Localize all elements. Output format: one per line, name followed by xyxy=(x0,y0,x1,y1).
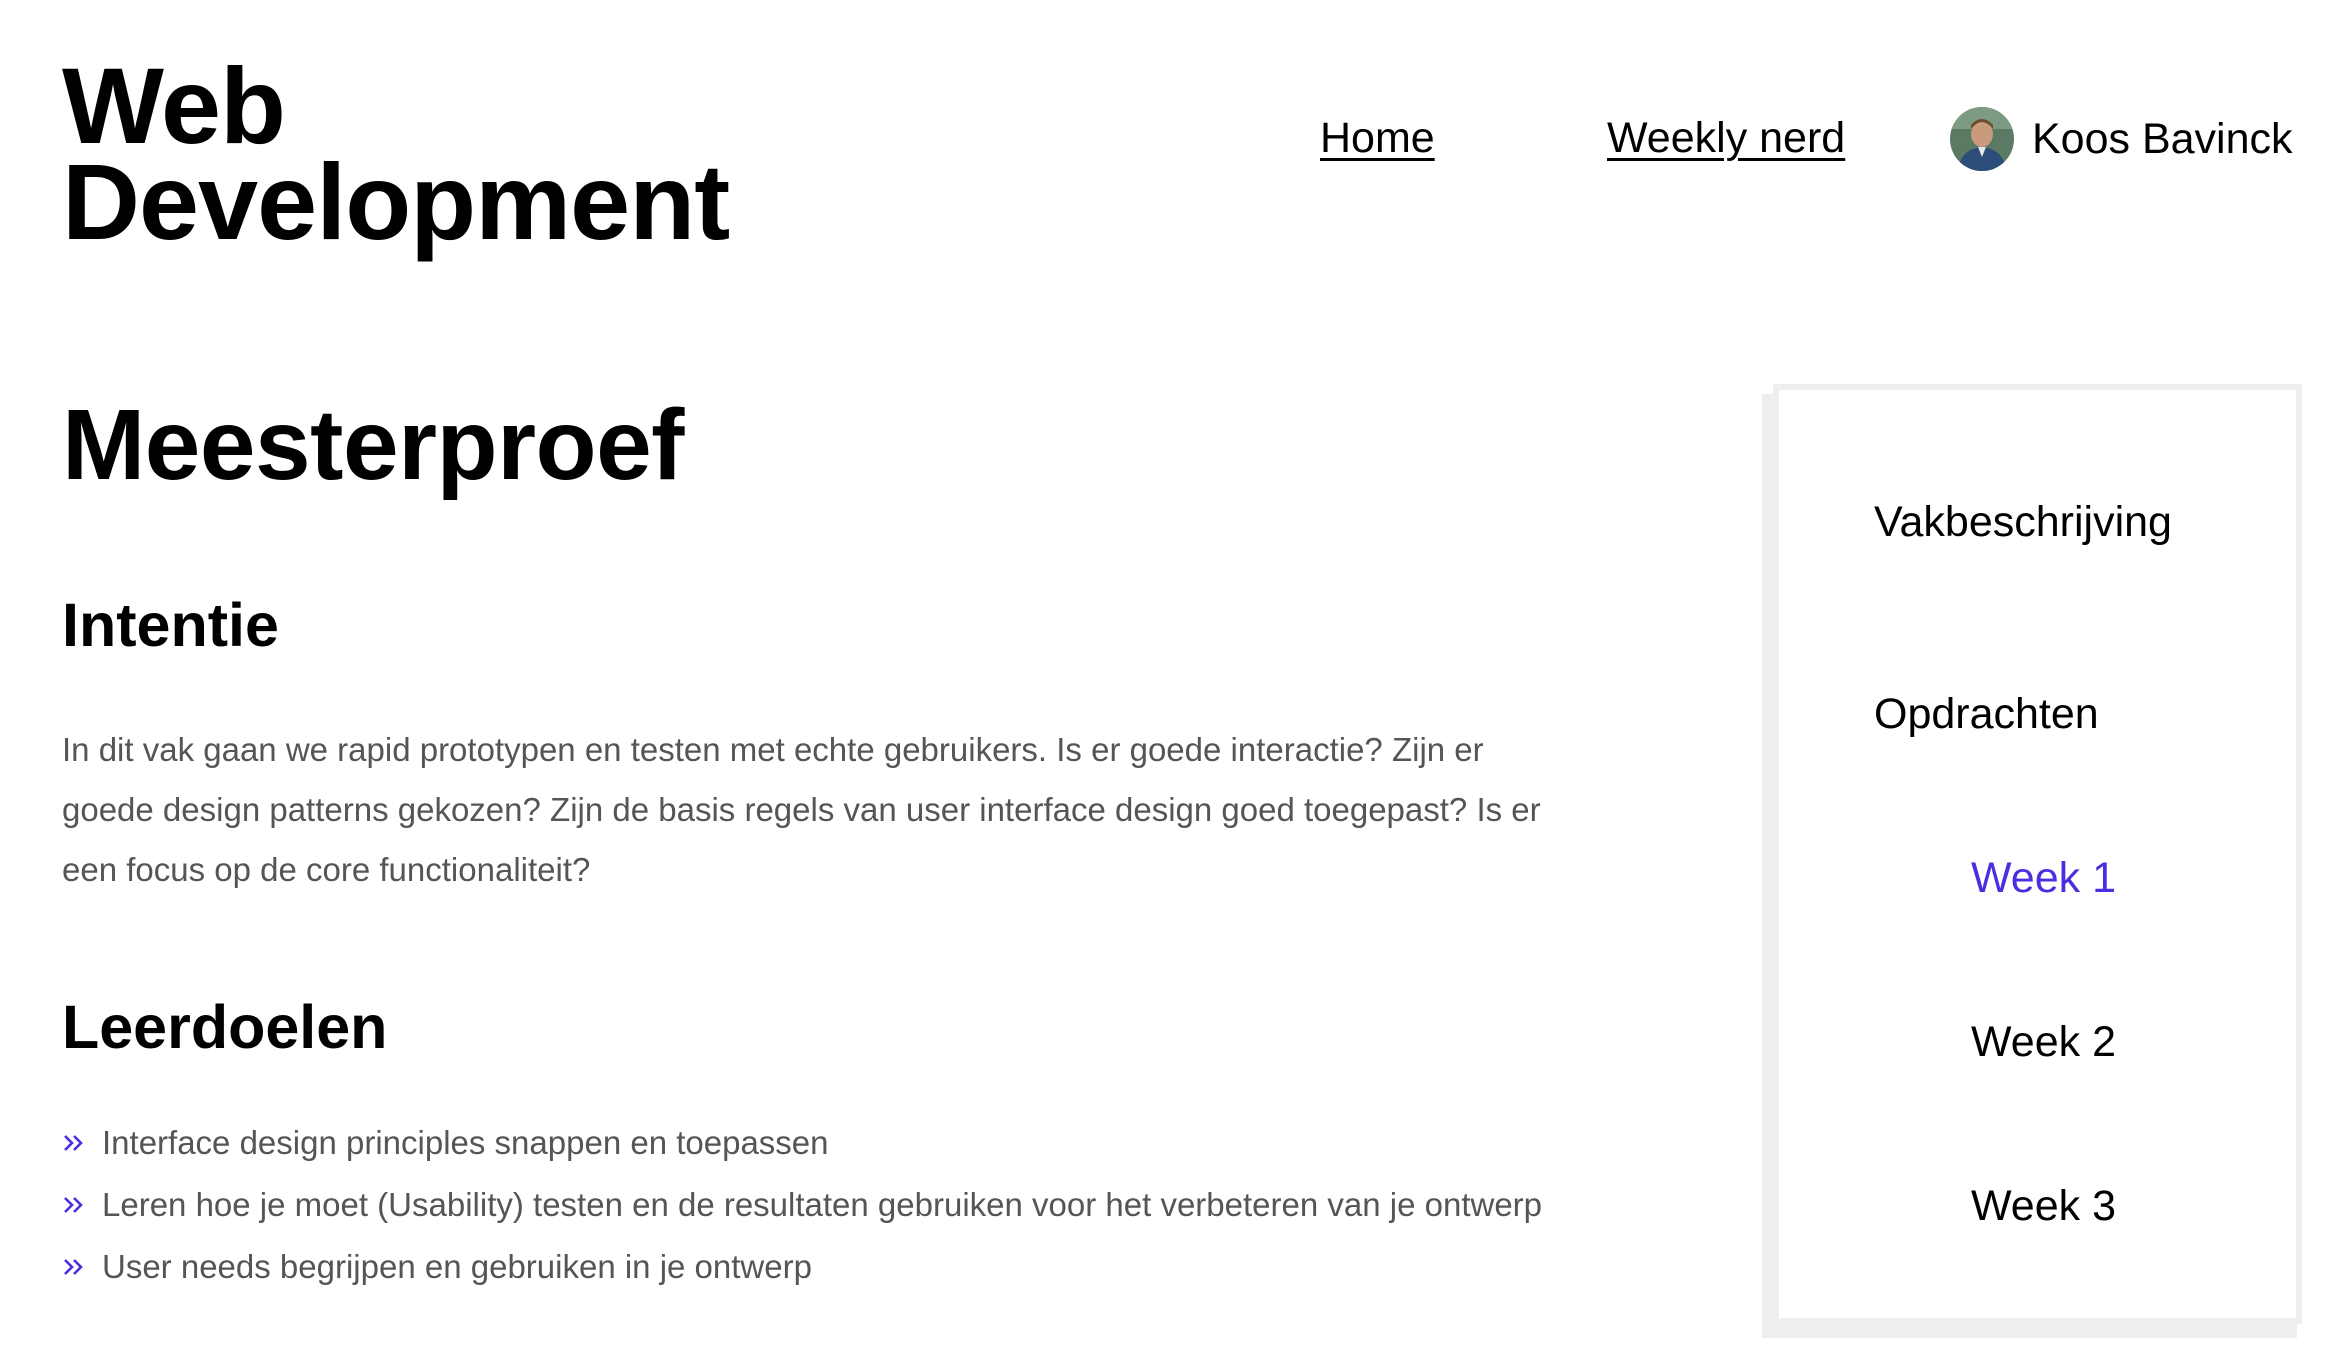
double-chevron-right-icon xyxy=(64,1197,83,1213)
leerdoelen-heading: Leerdoelen xyxy=(62,993,388,1061)
intentie-heading: Intentie xyxy=(62,591,279,659)
intentie-text: In dit vak gaan we rapid prototypen en t… xyxy=(62,731,1541,888)
list-item-text: Interface design principles snappen en t… xyxy=(102,1124,829,1161)
list-item-text: Leren hoe je moet (Usability) testen en … xyxy=(102,1186,1543,1223)
sidebar-item-week-2[interactable]: Week 2 xyxy=(1971,1014,2116,1070)
list-item-text: User needs begrijpen en gebruiken in je … xyxy=(102,1248,812,1285)
nav-weekly-nerd-link[interactable]: Weekly nerd xyxy=(1607,110,1845,166)
nav-home-link[interactable]: Home xyxy=(1320,110,1435,166)
site-title-line-1: Web xyxy=(62,45,286,166)
double-chevron-right-icon xyxy=(64,1259,83,1275)
leerdoelen-list: Interface design principles snappen en t… xyxy=(62,1112,1542,1298)
site-title-line-2: Development xyxy=(62,141,730,262)
sidebar-nav: Vakbeschrijving Opdrachten Week 1 Week 2… xyxy=(1773,384,2302,1324)
list-item: Leren hoe je moet (Usability) testen en … xyxy=(62,1174,1542,1236)
double-chevron-right-icon xyxy=(64,1135,83,1151)
site-title: Web Development xyxy=(62,45,730,262)
list-item: User needs begrijpen en gebruiken in je … xyxy=(62,1236,1542,1298)
sidebar-item-week-3[interactable]: Week 3 xyxy=(1971,1178,2116,1234)
user-avatar xyxy=(1950,107,2014,171)
user-name: Koos Bavinck xyxy=(2032,114,2293,163)
sidebar-item-vakbeschrijving[interactable]: Vakbeschrijving xyxy=(1874,494,2172,550)
user-profile[interactable]: Koos Bavinck xyxy=(1950,106,2293,172)
list-item: Interface design principles snappen en t… xyxy=(62,1112,1542,1174)
sidebar-item-week-1[interactable]: Week 1 xyxy=(1971,850,2116,906)
sidebar-item-opdrachten[interactable]: Opdrachten xyxy=(1874,686,2099,742)
page-title: Meesterproef xyxy=(62,389,684,501)
